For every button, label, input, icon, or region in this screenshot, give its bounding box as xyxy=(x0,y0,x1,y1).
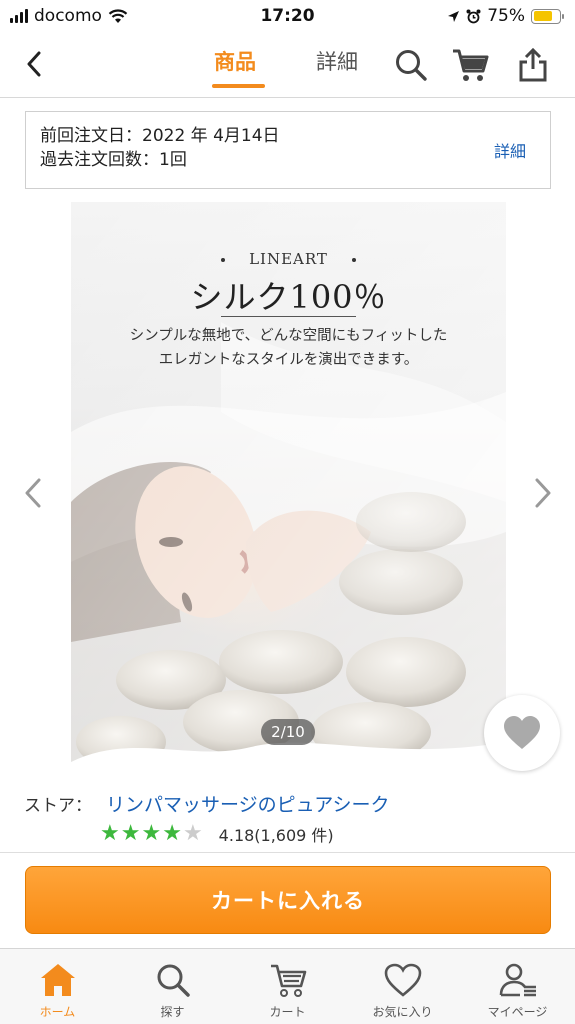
carousel-next-button[interactable] xyxy=(528,472,558,514)
status-bar: docomo 17:20 75% xyxy=(0,0,575,32)
order-count: 過去注文回数：1回 xyxy=(40,150,187,170)
tab-details[interactable]: 詳細 xyxy=(316,46,358,76)
star-empty-icon: ★ xyxy=(182,821,203,846)
active-tab-indicator xyxy=(212,84,265,88)
carrier-label: docomo xyxy=(34,6,102,26)
heart-icon xyxy=(384,963,421,997)
headline-rule xyxy=(221,316,356,317)
product-brand: LINEART xyxy=(71,250,506,268)
image-counter: 2/10 xyxy=(261,719,315,745)
location-icon xyxy=(448,10,460,22)
status-left: docomo xyxy=(10,6,210,26)
product-image[interactable]: LINEART シルク100％ シンプルな無地で、どんな空間にもフィットした エ… xyxy=(71,202,506,776)
cart-icon xyxy=(270,964,306,997)
search-icon xyxy=(396,50,427,81)
bottom-nav-label: お気に入り xyxy=(372,1005,433,1019)
home-icon xyxy=(40,964,75,996)
carousel-prev-button[interactable] xyxy=(18,472,48,514)
signal-icon xyxy=(10,9,28,23)
bottom-nav-mypage[interactable]: マイページ xyxy=(460,949,575,1024)
bottom-nav-label: 探す xyxy=(160,1005,185,1019)
star-filled-icon: ★ xyxy=(120,821,141,846)
chevron-right-icon xyxy=(535,478,551,508)
add-to-cart-button[interactable]: カートに入れる xyxy=(25,866,551,934)
cart-icon xyxy=(453,49,489,81)
user-icon xyxy=(499,963,536,997)
alarm-icon xyxy=(466,9,481,23)
battery-icon xyxy=(531,8,564,24)
bottom-nav-cart[interactable]: カート xyxy=(230,949,345,1024)
divider xyxy=(0,852,575,853)
bottom-nav-search[interactable]: 探す xyxy=(115,949,230,1024)
heart-icon xyxy=(504,716,540,749)
wifi-icon xyxy=(108,8,128,23)
rating-text: 4.18(1,609 件) xyxy=(218,826,334,845)
product-headline: シルク100％ xyxy=(190,278,387,316)
star-filled-icon: ★ xyxy=(162,821,182,846)
back-button[interactable] xyxy=(18,46,50,82)
store-label: ストア： xyxy=(24,796,92,816)
product-copy: シンプルな無地で、どんな空間にもフィットした エレガントなスタイルを演出できます… xyxy=(129,328,448,368)
bottom-nav-label: カート xyxy=(269,1005,306,1019)
search-button[interactable] xyxy=(392,46,430,84)
status-right: 75% xyxy=(447,6,564,26)
star-filled-icon: ★ xyxy=(141,821,162,846)
share-button[interactable] xyxy=(514,46,552,84)
bottom-nav-label: ホーム xyxy=(39,1005,76,1019)
chevron-left-icon xyxy=(25,478,41,508)
store-name-link[interactable]: リンパマッサージのピュアシーク xyxy=(106,790,389,817)
favorite-button[interactable] xyxy=(484,695,560,771)
order-details-link[interactable]: 詳細 xyxy=(494,140,526,164)
star-filled-icon: ★ xyxy=(100,821,120,846)
bottom-nav: ホーム 探す カート お気に入り マイページ xyxy=(0,948,575,1024)
bottom-nav-home[interactable]: ホーム xyxy=(0,949,115,1024)
bottom-nav-favorites[interactable]: お気に入り xyxy=(345,949,460,1024)
search-icon xyxy=(157,964,190,997)
order-history-box: 前回注文日：2022 年 4月14日 過去注文回数：1回 詳細 xyxy=(25,111,551,189)
chevron-left-icon xyxy=(27,51,41,77)
star-rating: ★ ★ ★ ★ ★ xyxy=(100,823,203,845)
share-icon xyxy=(519,47,547,82)
nav-header: 商品 詳細 xyxy=(0,32,575,98)
bottom-nav-label: マイページ xyxy=(487,1005,548,1019)
battery-percent: 75% xyxy=(487,6,525,26)
cart-button[interactable] xyxy=(451,46,489,84)
rating-row[interactable]: ★ ★ ★ ★ ★ 4.18(1,609 件) xyxy=(100,822,334,846)
last-order-date: 前回注文日：2022 年 4月14日 xyxy=(40,126,280,146)
store-row: ストア： リンパマッサージのピュアシーク xyxy=(24,790,389,817)
tab-products[interactable]: 商品 xyxy=(214,46,256,76)
